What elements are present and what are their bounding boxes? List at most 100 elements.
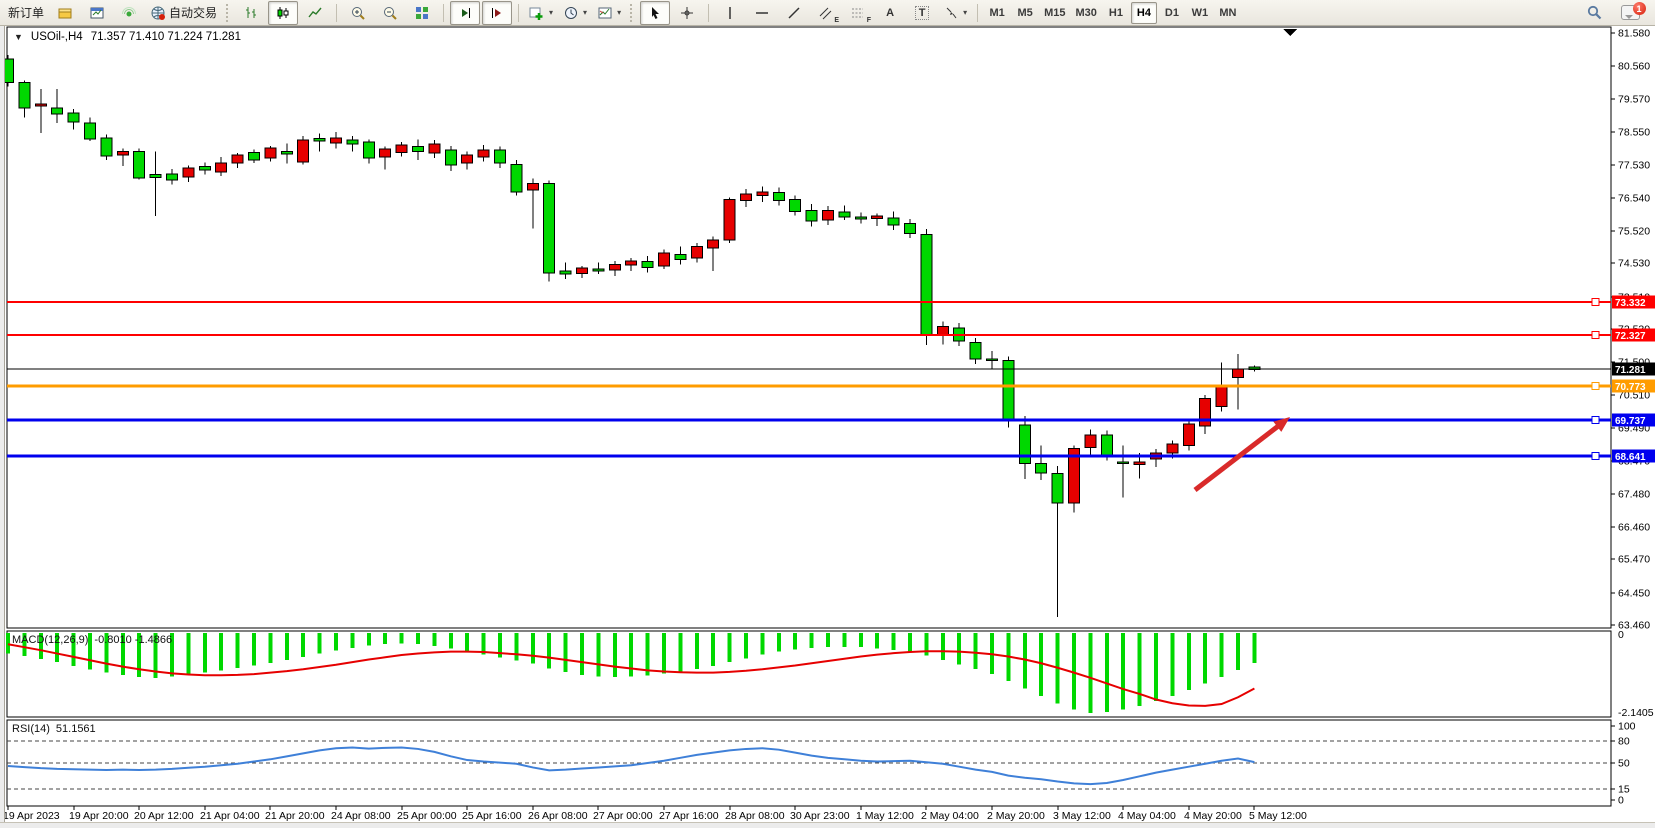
- template-icon: [597, 5, 613, 21]
- toolbar-separator: [977, 4, 978, 22]
- svg-text:100: 100: [1618, 721, 1636, 733]
- text-label-icon: T: [915, 6, 930, 20]
- chevron-down-icon: ▾: [963, 8, 967, 17]
- svg-text:3 May 12:00: 3 May 12:00: [1053, 810, 1111, 822]
- toolbar-separator: [518, 4, 519, 22]
- svg-text:81.580: 81.580: [1618, 28, 1650, 40]
- chevron-down-icon: ▾: [617, 8, 621, 17]
- horizontal-line-button[interactable]: [747, 1, 777, 25]
- time-axis: 19 Apr 202319 Apr 20:0020 Apr 12:0021 Ap…: [3, 806, 1307, 822]
- fibonacci-button[interactable]: F: [843, 1, 873, 25]
- fibonacci-letter: F: [867, 17, 871, 24]
- text-label-button[interactable]: T: [907, 1, 937, 25]
- collapse-icon[interactable]: ▼: [14, 32, 23, 42]
- shapes-button[interactable]: ▾: [939, 1, 971, 25]
- bar-chart-button[interactable]: [236, 1, 266, 25]
- channel-letter: E: [834, 17, 839, 24]
- candlestick-icon: [275, 5, 291, 21]
- tile-windows-button[interactable]: [407, 1, 437, 25]
- svg-text:24 Apr 08:00: 24 Apr 08:00: [331, 810, 391, 822]
- new-chart-icon: [57, 5, 73, 21]
- svg-text:69.737: 69.737: [1615, 416, 1646, 427]
- timeframe-m30-button[interactable]: M30: [1072, 2, 1101, 24]
- text-button[interactable]: A: [875, 1, 905, 25]
- timeframe-m15-button[interactable]: M15: [1040, 2, 1069, 24]
- zoom-in-button[interactable]: [343, 1, 373, 25]
- trendline-icon: [786, 5, 802, 21]
- chevron-down-icon: ▾: [549, 8, 553, 17]
- svg-text:21 Apr 20:00: 21 Apr 20:00: [265, 810, 325, 822]
- cursor-arrow-icon: [647, 5, 663, 21]
- shapes-icon: [943, 5, 959, 21]
- zoom-in-icon: [350, 5, 366, 21]
- crosshair-button[interactable]: [672, 1, 702, 25]
- auto-trading-button[interactable]: 自动交易: [146, 2, 221, 24]
- line-chart-icon: [307, 5, 323, 21]
- svg-text:75.520: 75.520: [1618, 226, 1650, 238]
- svg-text:19 Apr 2023: 19 Apr 2023: [3, 810, 60, 822]
- equidistant-channel-button[interactable]: E: [811, 1, 841, 25]
- toolbar-separator: [443, 4, 444, 22]
- svg-text:80.560: 80.560: [1618, 61, 1650, 73]
- macd-values: -0.8010 -1.4866: [94, 634, 172, 646]
- vertical-line-icon: [722, 5, 738, 21]
- search-button[interactable]: [1579, 1, 1609, 25]
- toolbar-separator: [708, 4, 709, 22]
- chart-shift-button[interactable]: [482, 1, 512, 25]
- toolbar-separator: [336, 4, 337, 22]
- new-chart-button[interactable]: [50, 1, 80, 25]
- svg-text:72.327: 72.327: [1615, 331, 1646, 342]
- market-signals-icon: [121, 5, 137, 21]
- chevron-down-icon: ▾: [583, 8, 587, 17]
- new-order-button[interactable]: 新订单: [4, 2, 48, 24]
- market-signals-button[interactable]: [114, 1, 144, 25]
- rsi-name: RSI(14): [12, 723, 50, 735]
- svg-text:64.450: 64.450: [1618, 588, 1650, 600]
- timeframe-h1-button[interactable]: H1: [1103, 2, 1129, 24]
- line-chart-button[interactable]: [300, 1, 330, 25]
- svg-text:1 May 12:00: 1 May 12:00: [856, 810, 914, 822]
- clock-icon: [563, 5, 579, 21]
- svg-text:80: 80: [1618, 736, 1630, 748]
- vertical-line-button[interactable]: [715, 1, 745, 25]
- timeframe-h4-button[interactable]: H4: [1131, 2, 1157, 24]
- trendline-button[interactable]: [779, 1, 809, 25]
- auto-scroll-button[interactable]: [450, 1, 480, 25]
- svg-text:79.570: 79.570: [1618, 94, 1650, 106]
- symbol-title: USOil-,H4: [31, 31, 83, 43]
- svg-text:4 May 20:00: 4 May 20:00: [1184, 810, 1242, 822]
- svg-text:74.530: 74.530: [1618, 258, 1650, 270]
- timeframe-m5-button[interactable]: M5: [1012, 2, 1038, 24]
- toolbar-grip: [630, 4, 635, 22]
- price-chart[interactable]: 81.58080.56079.57078.55077.53076.54075.5…: [0, 26, 1655, 828]
- chart-window[interactable]: 81.58080.56079.57078.55077.53076.54075.5…: [0, 26, 1655, 828]
- horizontal-line-icon: [754, 5, 770, 21]
- timeframe-d1-button[interactable]: D1: [1159, 2, 1185, 24]
- search-icon: [1586, 4, 1603, 21]
- timeframe-mn-button[interactable]: MN: [1215, 2, 1241, 24]
- svg-text:2 May 20:00: 2 May 20:00: [987, 810, 1045, 822]
- svg-text:-2.1405: -2.1405: [1618, 707, 1654, 719]
- svg-text:65.470: 65.470: [1618, 554, 1650, 566]
- candlestick-chart-button[interactable]: [268, 1, 298, 25]
- svg-text:25 Apr 16:00: 25 Apr 16:00: [462, 810, 522, 822]
- bar-chart-icon: [243, 5, 259, 21]
- chart-profiles-button[interactable]: [82, 1, 112, 25]
- templates-button[interactable]: ▾: [593, 1, 625, 25]
- periods-button[interactable]: ▾: [559, 1, 591, 25]
- cursor-button[interactable]: [640, 1, 670, 25]
- indicators-button[interactable]: ▾: [525, 1, 557, 25]
- zoom-out-button[interactable]: [375, 1, 405, 25]
- svg-text:20 Apr 12:00: 20 Apr 12:00: [134, 810, 194, 822]
- notifications-button[interactable]: 1: [1615, 1, 1645, 25]
- svg-text:26 Apr 08:00: 26 Apr 08:00: [528, 810, 588, 822]
- window-left-frame: [0, 26, 5, 828]
- timeframe-w1-button[interactable]: W1: [1187, 2, 1213, 24]
- svg-text:2 May 04:00: 2 May 04:00: [921, 810, 979, 822]
- svg-text:30 Apr 23:00: 30 Apr 23:00: [790, 810, 850, 822]
- symbol-ohlc: 71.357 71.410 71.224 71.281: [91, 31, 241, 43]
- timeframe-m1-button[interactable]: M1: [984, 2, 1010, 24]
- chat-bubble-icon: 1: [1621, 5, 1640, 20]
- svg-text:5 May 12:00: 5 May 12:00: [1249, 810, 1307, 822]
- svg-text:28 Apr 08:00: 28 Apr 08:00: [725, 810, 785, 822]
